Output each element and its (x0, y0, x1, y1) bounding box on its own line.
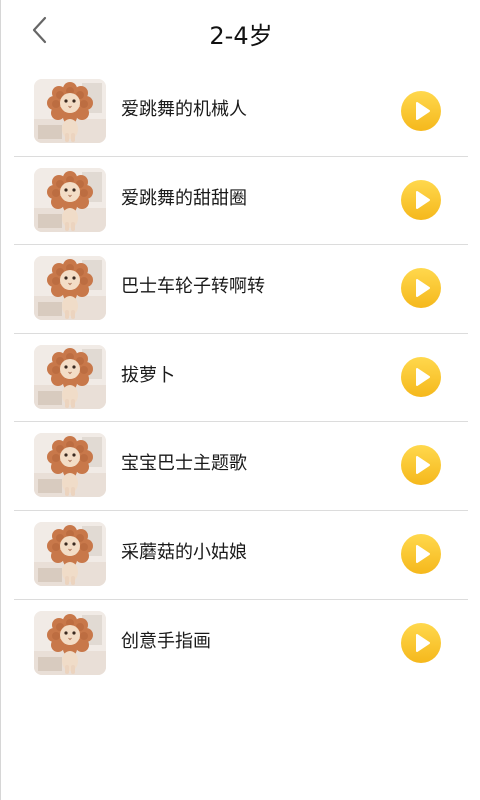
song-list: 爱跳舞的机械人 爱跳舞的甜甜圈 巴士车轮子转啊转 拔萝卜 宝宝巴士主题歌 采蘑菇… (14, 68, 468, 688)
song-list-item[interactable]: 拔萝卜 (14, 334, 468, 423)
play-button[interactable] (401, 91, 441, 131)
lion-cat-thumbnail (34, 610, 106, 675)
lion-cat-thumbnail (34, 167, 106, 232)
play-icon (416, 456, 430, 475)
app-screen: 2-4岁 爱跳舞的机械人 爱跳舞的甜甜圈 巴士车轮子转啊转 拔萝卜 宝宝巴士主题… (0, 0, 480, 800)
play-icon (416, 102, 430, 120)
play-icon (416, 633, 430, 652)
play-icon (416, 279, 430, 298)
song-title: 巴士车轮子转啊转 (121, 276, 265, 298)
song-title: 采蘑菇的小姑娘 (121, 541, 247, 563)
lion-cat-thumbnail (34, 79, 106, 143)
play-icon (416, 367, 430, 386)
page-title: 2-4岁 (209, 22, 273, 50)
song-list-item[interactable]: 巴士车轮子转啊转 (14, 245, 468, 334)
lion-cat-thumbnail (34, 256, 106, 321)
song-title: 创意手指画 (121, 630, 211, 652)
song-title: 爱跳舞的甜甜圈 (121, 187, 247, 209)
lion-cat-thumbnail (34, 521, 106, 586)
play-button[interactable] (401, 356, 441, 397)
song-title: 爱跳舞的机械人 (121, 99, 247, 120)
song-list-item[interactable]: 爱跳舞的甜甜圈 (14, 157, 468, 246)
play-icon (416, 544, 430, 563)
song-list-item[interactable]: 采蘑菇的小姑娘 (14, 511, 468, 600)
play-button[interactable] (401, 179, 441, 220)
song-title: 拔萝卜 (121, 364, 175, 386)
header: 2-4岁 (1, 0, 480, 72)
song-list-item[interactable]: 宝宝巴士主题歌 (14, 422, 468, 511)
play-button[interactable] (401, 533, 441, 574)
song-list-item[interactable]: 爱跳舞的机械人 (14, 68, 468, 157)
play-button[interactable] (401, 622, 441, 663)
play-button[interactable] (401, 445, 441, 486)
play-button[interactable] (401, 268, 441, 309)
play-icon (416, 190, 430, 209)
song-title: 宝宝巴士主题歌 (121, 453, 247, 475)
lion-cat-thumbnail (34, 344, 106, 409)
song-list-item[interactable]: 创意手指画 (14, 600, 468, 689)
lion-cat-thumbnail (34, 433, 106, 498)
